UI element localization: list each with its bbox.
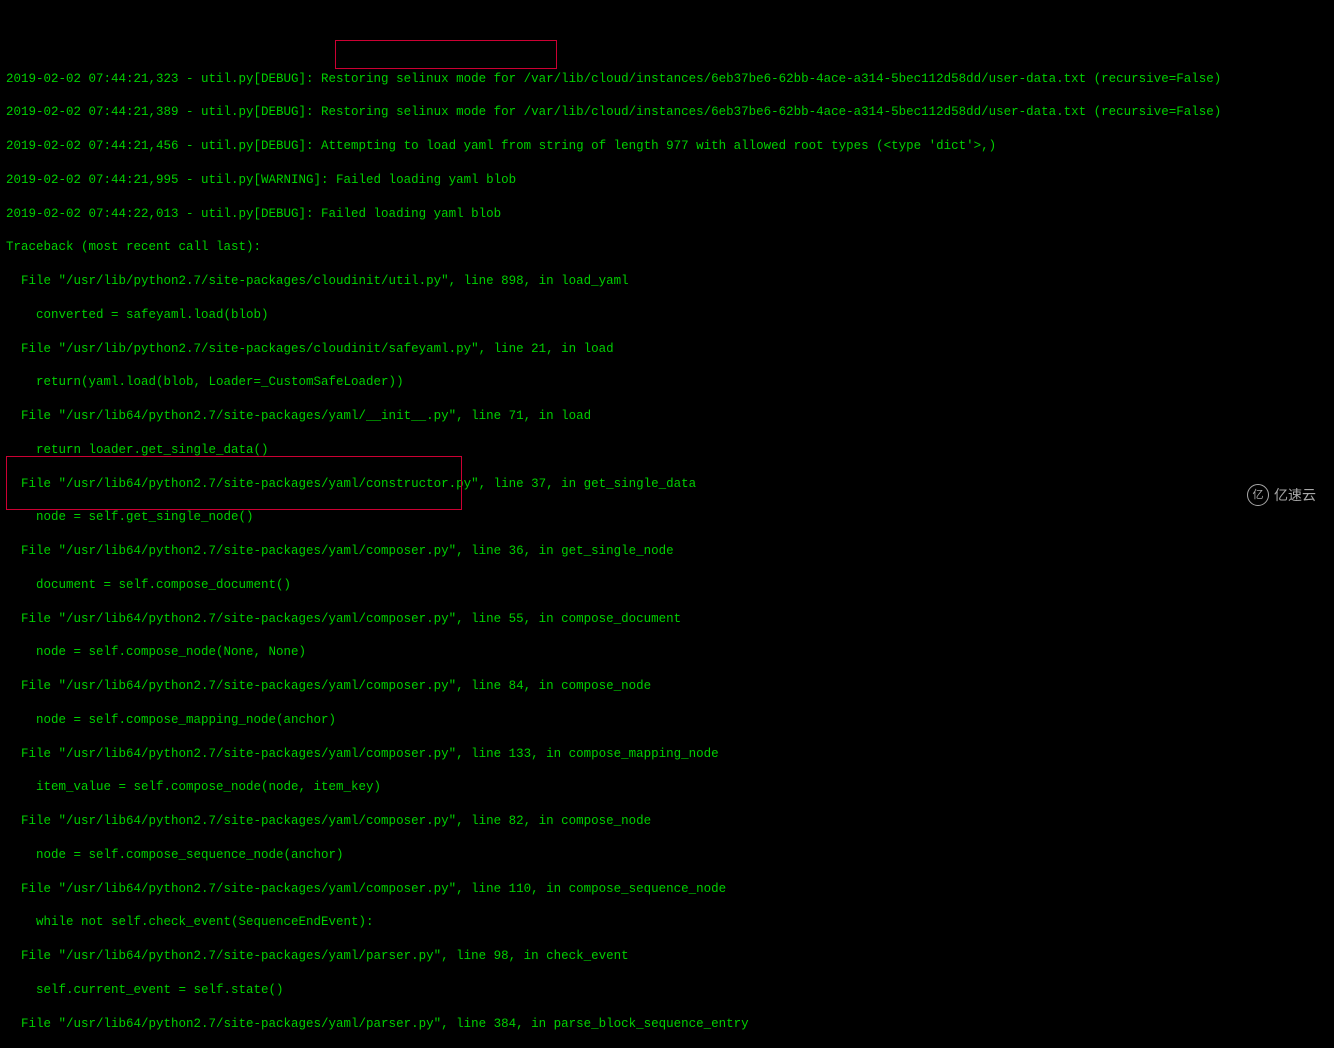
traceback-code: self.current_event = self.state() xyxy=(6,982,1328,999)
traceback-header: Traceback (most recent call last): xyxy=(6,239,1328,256)
traceback-file: File "/usr/lib64/python2.7/site-packages… xyxy=(6,1016,1328,1033)
traceback-file: File "/usr/lib64/python2.7/site-packages… xyxy=(6,408,1328,425)
traceback-file: File "/usr/lib64/python2.7/site-packages… xyxy=(6,746,1328,763)
traceback-file: File "/usr/lib64/python2.7/site-packages… xyxy=(6,611,1328,628)
log-line-warning: 2019-02-02 07:44:21,995 - util.py[WARNIN… xyxy=(6,172,1328,189)
traceback-file: File "/usr/lib64/python2.7/site-packages… xyxy=(6,813,1328,830)
traceback-file: File "/usr/lib64/python2.7/site-packages… xyxy=(6,543,1328,560)
log-line: 2019-02-02 07:44:21,456 - util.py[DEBUG]… xyxy=(6,138,1328,155)
traceback-code: return loader.get_single_data() xyxy=(6,442,1328,459)
watermark: 亿 亿速云 xyxy=(1247,484,1316,506)
annotation-box-warning xyxy=(335,40,557,69)
watermark-icon: 亿 xyxy=(1247,484,1269,506)
traceback-file: File "/usr/lib64/python2.7/site-packages… xyxy=(6,881,1328,898)
traceback-code: return(yaml.load(blob, Loader=_CustomSaf… xyxy=(6,374,1328,391)
traceback-file: File "/usr/lib/python2.7/site-packages/c… xyxy=(6,273,1328,290)
traceback-code: item_value = self.compose_node(node, ite… xyxy=(6,779,1328,796)
traceback-code: document = self.compose_document() xyxy=(6,577,1328,594)
log-line: 2019-02-02 07:44:21,323 - util.py[DEBUG]… xyxy=(6,71,1328,88)
log-line: 2019-02-02 07:44:22,013 - util.py[DEBUG]… xyxy=(6,206,1328,223)
traceback-file: File "/usr/lib64/python2.7/site-packages… xyxy=(6,678,1328,695)
traceback-file: File "/usr/lib/python2.7/site-packages/c… xyxy=(6,341,1328,358)
traceback-file: File "/usr/lib64/python2.7/site-packages… xyxy=(6,476,1328,493)
traceback-file: File "/usr/lib64/python2.7/site-packages… xyxy=(6,948,1328,965)
traceback-code: node = self.compose_sequence_node(anchor… xyxy=(6,847,1328,864)
traceback-code: node = self.compose_mapping_node(anchor) xyxy=(6,712,1328,729)
traceback-code: converted = safeyaml.load(blob) xyxy=(6,307,1328,324)
log-line: 2019-02-02 07:44:21,389 - util.py[DEBUG]… xyxy=(6,104,1328,121)
traceback-code: node = self.compose_node(None, None) xyxy=(6,644,1328,661)
traceback-code: while not self.check_event(SequenceEndEv… xyxy=(6,914,1328,931)
watermark-text: 亿速云 xyxy=(1274,486,1316,505)
